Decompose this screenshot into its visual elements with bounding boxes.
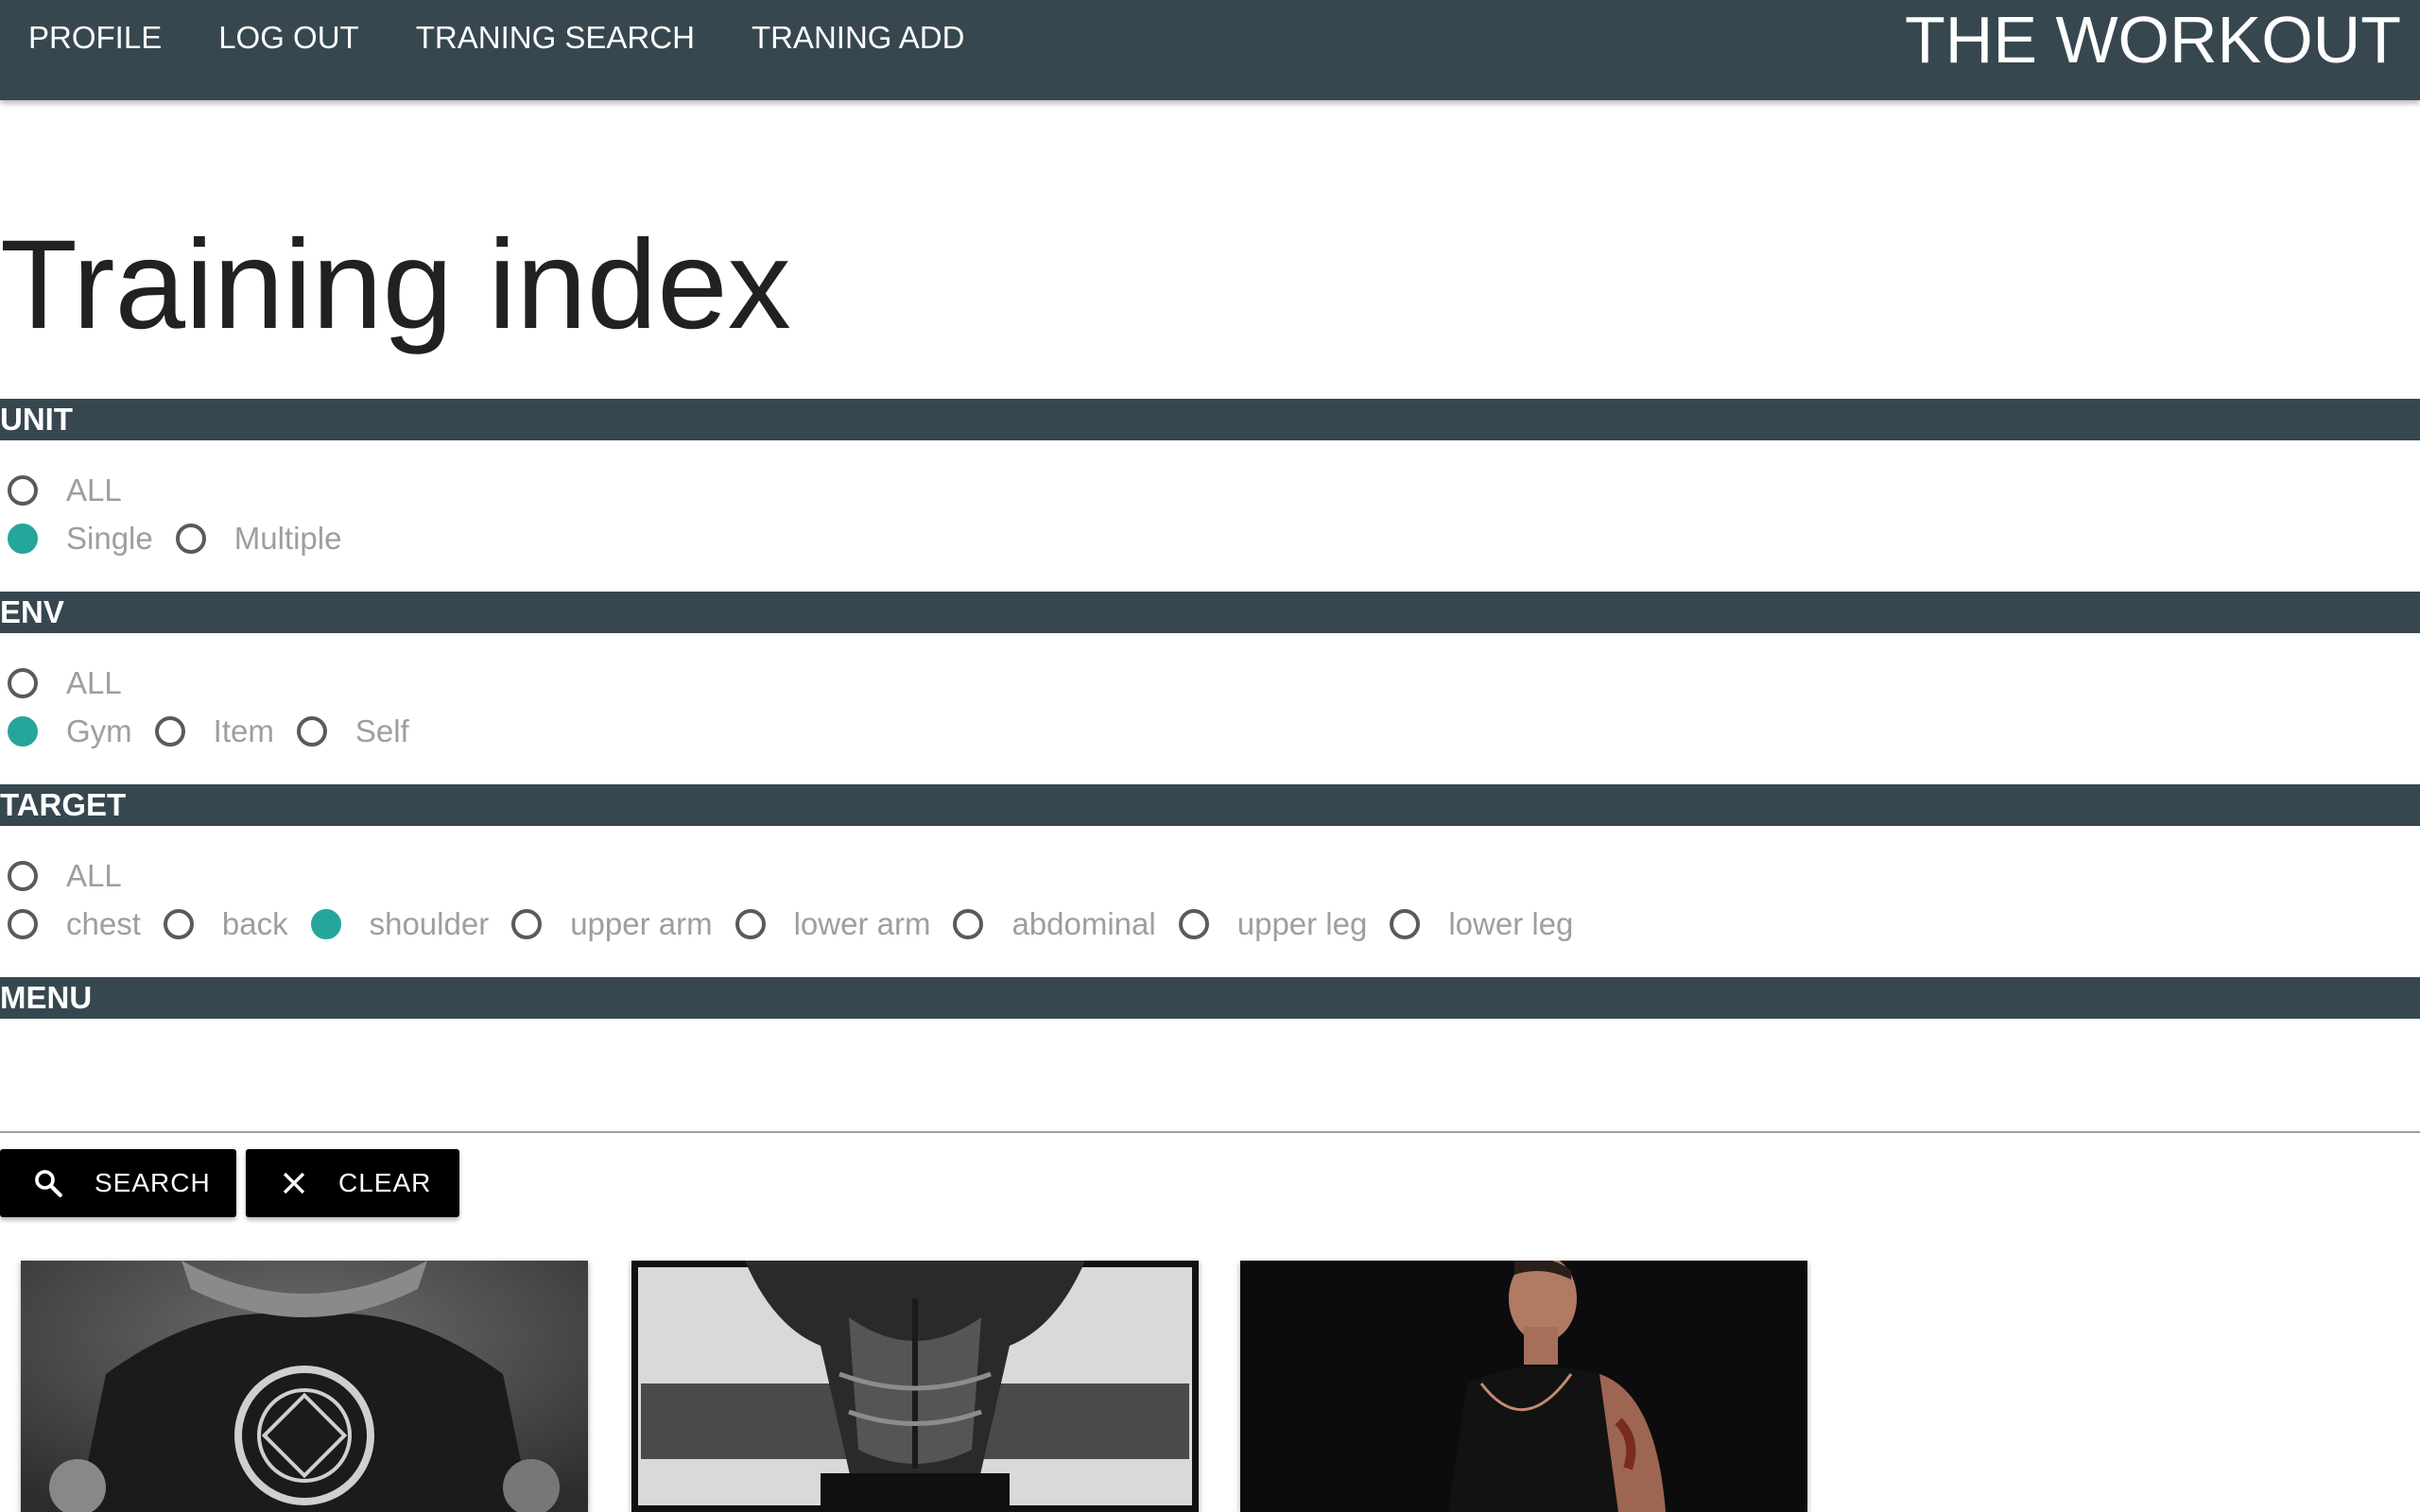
radio-unit-multiple[interactable]: Multiple <box>168 521 342 557</box>
section-header-target: TARGET <box>0 784 2420 826</box>
radio-row-unit-all: ALL <box>0 467 137 514</box>
radio-target-lower-arm[interactable]: lower arm <box>728 906 931 942</box>
radio-circle[interactable] <box>8 475 38 506</box>
menu-input-underline <box>0 1131 2420 1133</box>
radio-label: lower leg <box>1448 906 1574 941</box>
radio-label: Multiple <box>233 521 342 556</box>
radio-circle[interactable] <box>1390 909 1421 939</box>
radio-circle[interactable] <box>8 524 38 554</box>
radio-target-shoulder[interactable]: shoulder <box>303 906 490 942</box>
radio-circle[interactable] <box>175 524 206 554</box>
radio-label: abdominal <box>1011 906 1156 941</box>
radio-circle[interactable] <box>8 668 38 698</box>
radio-label: ALL <box>66 858 122 893</box>
radio-row-target: chest back shoulder upper arm lower arm … <box>0 901 1588 948</box>
radio-unit-all[interactable]: ALL <box>0 472 122 508</box>
section-header-menu: MENU <box>0 977 2420 1019</box>
radio-row-unit: Single Multiple <box>0 515 356 562</box>
nav-links: PROFILE LOG OUT TRANING SEARCH TRANING A… <box>0 0 993 76</box>
nav-link-logout[interactable]: LOG OUT <box>190 0 388 76</box>
radio-row-target-all: ALL <box>0 852 137 900</box>
section-header-env: ENV <box>0 592 2420 633</box>
radio-label: upper leg <box>1236 906 1368 941</box>
nav-link-training-search[interactable]: TRANING SEARCH <box>388 0 723 76</box>
close-icon <box>278 1167 310 1199</box>
radio-label: ALL <box>66 665 122 700</box>
radio-env-gym[interactable]: Gym <box>0 713 132 749</box>
radio-target-abdominal[interactable]: abdominal <box>945 906 1156 942</box>
clear-button-label: CLEAR <box>338 1168 432 1197</box>
radio-env-item[interactable]: Item <box>147 713 274 749</box>
radio-circle[interactable] <box>953 909 984 939</box>
radio-circle[interactable] <box>8 716 38 747</box>
radio-circle[interactable] <box>8 861 38 891</box>
section-header-unit: UNIT <box>0 399 2420 440</box>
radio-label: lower arm <box>793 906 931 941</box>
radio-env-all[interactable]: ALL <box>0 665 122 701</box>
training-card-image[interactable] <box>631 1261 1199 1512</box>
search-button[interactable]: SEARCH <box>0 1149 236 1217</box>
radio-circle[interactable] <box>154 716 185 747</box>
radio-unit-single[interactable]: Single <box>0 521 153 557</box>
page-title: Training index <box>0 215 791 355</box>
menu-input[interactable] <box>0 1021 2420 1131</box>
radio-label: upper arm <box>570 906 713 941</box>
radio-label: ALL <box>66 472 122 507</box>
radio-target-all[interactable]: ALL <box>0 858 122 894</box>
radio-circle[interactable] <box>1178 909 1209 939</box>
radio-target-upper-arm[interactable]: upper arm <box>504 906 713 942</box>
radio-circle[interactable] <box>163 909 194 939</box>
radio-circle[interactable] <box>8 909 38 939</box>
radio-circle[interactable] <box>735 909 766 939</box>
radio-row-env-all: ALL <box>0 660 137 707</box>
radio-row-env: Gym Item Self <box>0 708 424 755</box>
radio-target-lower-leg[interactable]: lower leg <box>1382 906 1573 942</box>
radio-circle[interactable] <box>310 909 341 939</box>
radio-circle[interactable] <box>511 909 543 939</box>
radio-label: Single <box>66 521 153 556</box>
radio-target-chest[interactable]: chest <box>0 906 141 942</box>
navbar: PROFILE LOG OUT TRANING SEARCH TRANING A… <box>0 0 2420 100</box>
training-card-image[interactable] <box>1240 1261 1807 1512</box>
brand-logo[interactable]: THE WORKOUT <box>1905 0 2401 79</box>
clear-button[interactable]: CLEAR <box>246 1149 459 1217</box>
radio-target-upper-leg[interactable]: upper leg <box>1171 906 1368 942</box>
radio-label: shoulder <box>369 906 490 941</box>
radio-label: chest <box>66 906 141 941</box>
radio-target-back[interactable]: back <box>156 906 288 942</box>
search-button-label: SEARCH <box>95 1168 211 1197</box>
radio-label: Self <box>354 713 409 748</box>
radio-env-self[interactable]: Self <box>289 713 409 749</box>
training-card-image[interactable] <box>21 1261 588 1512</box>
radio-circle[interactable] <box>296 716 327 747</box>
radio-label: back <box>221 906 288 941</box>
nav-link-profile[interactable]: PROFILE <box>0 0 190 76</box>
nav-link-training-add[interactable]: TRANING ADD <box>723 0 994 76</box>
radio-label: Item <box>213 713 274 748</box>
search-icon <box>32 1167 64 1199</box>
radio-label: Gym <box>66 713 132 748</box>
